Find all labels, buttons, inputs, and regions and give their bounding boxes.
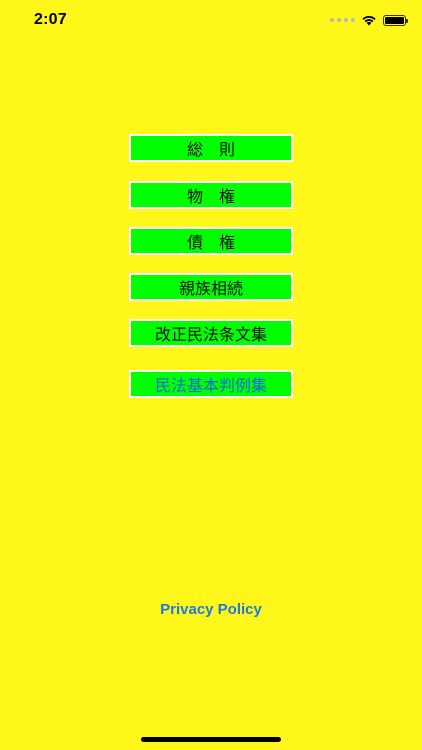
status-bar: 2:07 — [0, 0, 422, 44]
general-provisions-button[interactable]: 総 則 — [129, 134, 293, 162]
battery-icon — [383, 14, 408, 26]
obligations-label: 債 権 — [186, 233, 235, 252]
wifi-icon — [361, 11, 377, 30]
civil-law-cases-button[interactable]: 民法基本判例集 — [129, 370, 293, 398]
property-rights-label: 物 権 — [186, 187, 235, 206]
home-indicator[interactable] — [141, 737, 281, 742]
revised-civil-code-label: 改正民法条文集 — [154, 325, 267, 344]
privacy-policy-link[interactable]: Privacy Policy — [0, 601, 422, 618]
civil-law-cases-label: 民法基本判例集 — [154, 376, 267, 395]
obligations-button[interactable]: 債 権 — [129, 227, 293, 255]
property-rights-button[interactable]: 物 権 — [129, 181, 293, 209]
revised-civil-code-button[interactable]: 改正民法条文集 — [129, 319, 293, 347]
status-time: 2:07 — [34, 11, 67, 28]
family-inheritance-label: 親族相続 — [178, 279, 243, 298]
general-provisions-label: 総 則 — [186, 140, 235, 159]
family-inheritance-button[interactable]: 親族相続 — [129, 273, 293, 301]
cellular-dots-icon — [330, 18, 355, 22]
status-icons — [330, 11, 408, 30]
